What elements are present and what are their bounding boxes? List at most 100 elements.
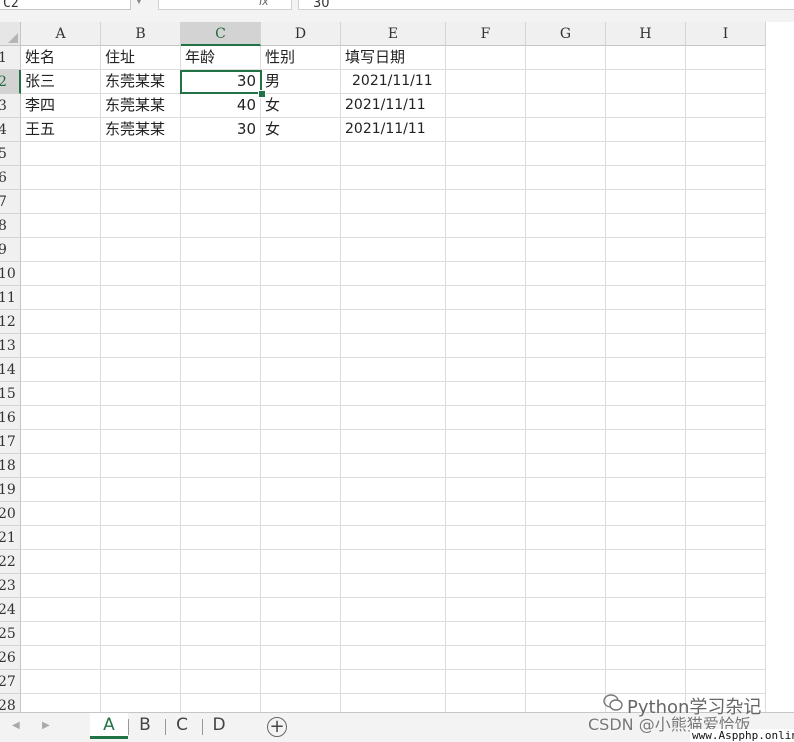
cell-g26[interactable] — [526, 646, 606, 670]
cell-f9[interactable] — [446, 238, 526, 262]
cell-b7[interactable] — [101, 190, 181, 214]
cell-e19[interactable] — [341, 478, 446, 502]
worksheet-grid[interactable]: ABCDEFGHI 123456789101112131415161718192… — [0, 22, 794, 712]
cell-g2[interactable] — [526, 70, 606, 94]
cell-e26[interactable] — [341, 646, 446, 670]
cell-b8[interactable] — [101, 214, 181, 238]
cell-a2[interactable]: 张三 — [21, 70, 101, 94]
cell-d16[interactable] — [261, 406, 341, 430]
cell-c6[interactable] — [181, 166, 261, 190]
cell-f28[interactable] — [446, 694, 526, 712]
row-header-25[interactable]: 25 — [0, 622, 21, 646]
row-header-23[interactable]: 23 — [0, 574, 21, 598]
cell-h24[interactable] — [606, 598, 686, 622]
cell-h23[interactable] — [606, 574, 686, 598]
cell-d19[interactable] — [261, 478, 341, 502]
cell-f25[interactable] — [446, 622, 526, 646]
cell-f6[interactable] — [446, 166, 526, 190]
cell-g3[interactable] — [526, 94, 606, 118]
cell-c28[interactable] — [181, 694, 261, 712]
cell-d22[interactable] — [261, 550, 341, 574]
row-header-13[interactable]: 13 — [0, 334, 21, 358]
cell-a28[interactable] — [21, 694, 101, 712]
cell-f18[interactable] — [446, 454, 526, 478]
cell-d2[interactable]: 男 — [261, 70, 341, 94]
cell-g5[interactable] — [526, 142, 606, 166]
cell-h27[interactable] — [606, 670, 686, 694]
cell-h11[interactable] — [606, 286, 686, 310]
cell-a1[interactable]: 姓名 — [21, 46, 101, 70]
column-header-d[interactable]: D — [261, 22, 341, 46]
cell-h5[interactable] — [606, 142, 686, 166]
cell-f5[interactable] — [446, 142, 526, 166]
name-box[interactable]: C2 — [0, 0, 131, 10]
cell-i10[interactable] — [686, 262, 766, 286]
cell-d24[interactable] — [261, 598, 341, 622]
cell-c7[interactable] — [181, 190, 261, 214]
cell-f21[interactable] — [446, 526, 526, 550]
cell-c12[interactable] — [181, 310, 261, 334]
cell-f17[interactable] — [446, 430, 526, 454]
cell-d25[interactable] — [261, 622, 341, 646]
cell-f13[interactable] — [446, 334, 526, 358]
cell-h18[interactable] — [606, 454, 686, 478]
cell-g24[interactable] — [526, 598, 606, 622]
column-header-g[interactable]: G — [526, 22, 606, 46]
cell-f7[interactable] — [446, 190, 526, 214]
cell-d13[interactable] — [261, 334, 341, 358]
cell-e10[interactable] — [341, 262, 446, 286]
cell-i21[interactable] — [686, 526, 766, 550]
sheet-prev-icon[interactable]: ◀ — [12, 720, 20, 731]
cell-f20[interactable] — [446, 502, 526, 526]
cell-d17[interactable] — [261, 430, 341, 454]
cell-i15[interactable] — [686, 382, 766, 406]
cell-b10[interactable] — [101, 262, 181, 286]
cell-f3[interactable] — [446, 94, 526, 118]
cell-b27[interactable] — [101, 670, 181, 694]
fx-icon[interactable]: fx — [259, 0, 268, 8]
cell-i19[interactable] — [686, 478, 766, 502]
cell-c20[interactable] — [181, 502, 261, 526]
cell-d21[interactable] — [261, 526, 341, 550]
cell-a3[interactable]: 李四 — [21, 94, 101, 118]
column-header-i[interactable]: I — [686, 22, 766, 46]
cell-d5[interactable] — [261, 142, 341, 166]
cell-f8[interactable] — [446, 214, 526, 238]
row-header-8[interactable]: 8 — [0, 214, 21, 238]
cell-i22[interactable] — [686, 550, 766, 574]
cell-f26[interactable] — [446, 646, 526, 670]
cell-f10[interactable] — [446, 262, 526, 286]
cell-a25[interactable] — [21, 622, 101, 646]
cell-f2[interactable] — [446, 70, 526, 94]
cell-i8[interactable] — [686, 214, 766, 238]
cell-f19[interactable] — [446, 478, 526, 502]
cell-h13[interactable] — [606, 334, 686, 358]
cell-b11[interactable] — [101, 286, 181, 310]
cell-i17[interactable] — [686, 430, 766, 454]
cell-i14[interactable] — [686, 358, 766, 382]
cell-d15[interactable] — [261, 382, 341, 406]
cell-f23[interactable] — [446, 574, 526, 598]
cell-a4[interactable]: 王五 — [21, 118, 101, 142]
cell-h4[interactable] — [606, 118, 686, 142]
cell-a10[interactable] — [21, 262, 101, 286]
row-header-11[interactable]: 11 — [0, 286, 21, 310]
cell-d10[interactable] — [261, 262, 341, 286]
cell-h6[interactable] — [606, 166, 686, 190]
cell-e16[interactable] — [341, 406, 446, 430]
cell-e21[interactable] — [341, 526, 446, 550]
cell-c4[interactable]: 30 — [181, 118, 261, 142]
cell-f15[interactable] — [446, 382, 526, 406]
cell-d27[interactable] — [261, 670, 341, 694]
cell-h12[interactable] — [606, 310, 686, 334]
cell-g28[interactable] — [526, 694, 606, 712]
cell-c8[interactable] — [181, 214, 261, 238]
cell-b5[interactable] — [101, 142, 181, 166]
cell-c18[interactable] — [181, 454, 261, 478]
cell-i4[interactable] — [686, 118, 766, 142]
cell-d28[interactable] — [261, 694, 341, 712]
cell-e13[interactable] — [341, 334, 446, 358]
cell-d8[interactable] — [261, 214, 341, 238]
cell-a14[interactable] — [21, 358, 101, 382]
cell-a18[interactable] — [21, 454, 101, 478]
